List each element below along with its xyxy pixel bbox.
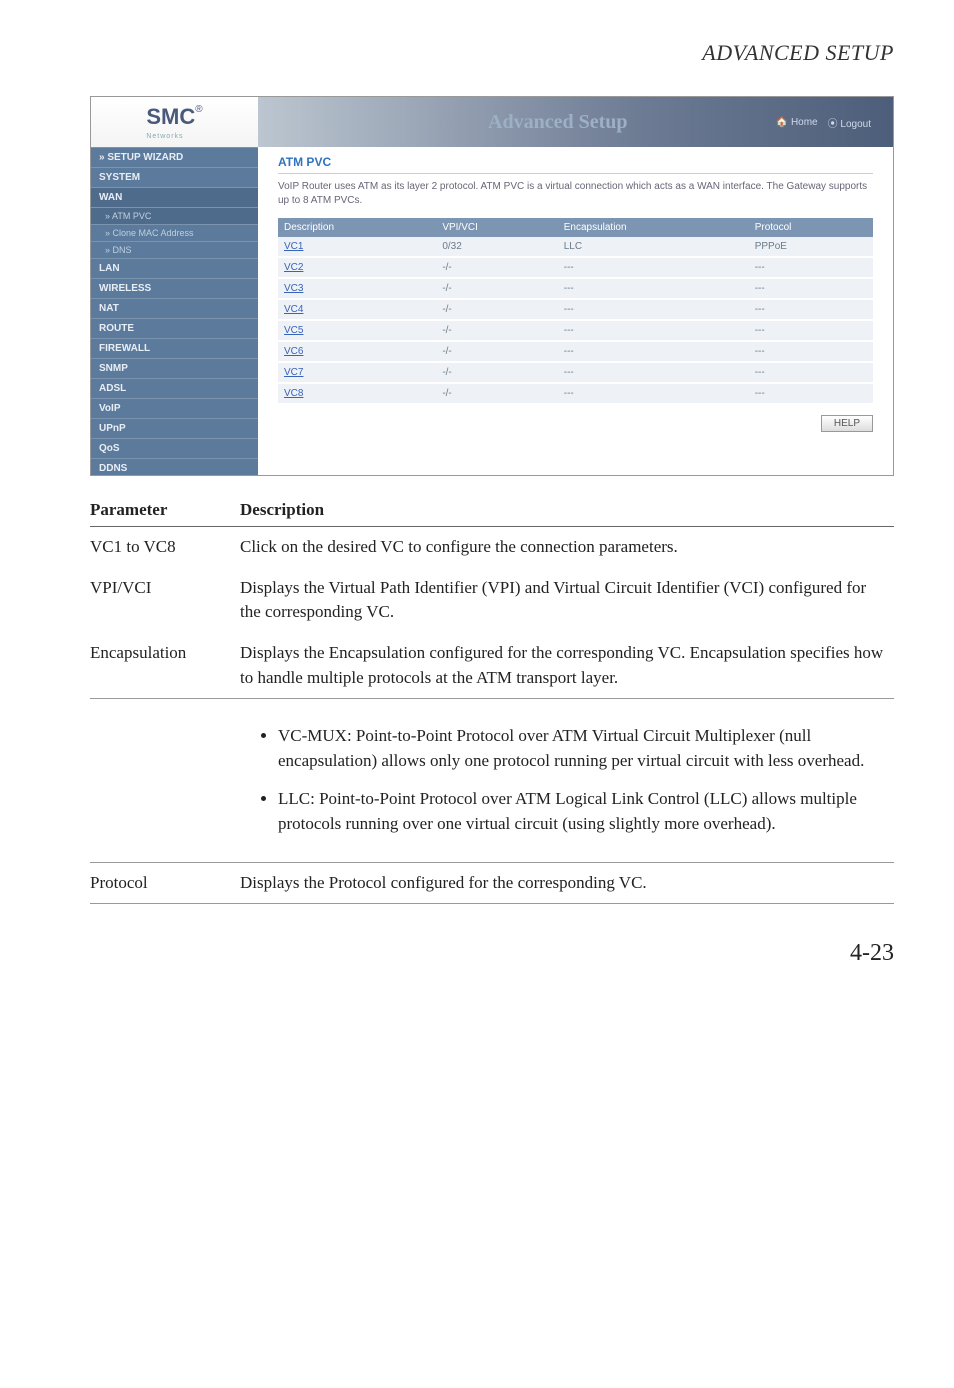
param-header: Parameter xyxy=(90,494,240,527)
vpivci-cell: -/- xyxy=(436,299,557,320)
sidebar-item-qos[interactable]: QoS xyxy=(91,438,258,458)
vpivci-cell: -/- xyxy=(436,362,557,383)
sidebar-item-ddns[interactable]: DDNS xyxy=(91,458,258,475)
table-header: Encapsulation xyxy=(558,218,749,237)
parameter-table: Parameter Description VC1 to VC8 Click o… xyxy=(90,494,894,904)
proto-cell: --- xyxy=(749,383,873,404)
pvc-table: DescriptionVPI/VCIEncapsulationProtocol … xyxy=(278,218,873,405)
proto-cell: PPPoE xyxy=(749,237,873,257)
sidebar-item-upnp[interactable]: UPnP xyxy=(91,418,258,438)
sidebar-item-system[interactable]: SYSTEM xyxy=(91,167,258,187)
logo-text: SMC xyxy=(146,104,195,129)
proto-cell: --- xyxy=(749,257,873,278)
vpivci-cell: -/- xyxy=(436,278,557,299)
table-row: VC2-/------- xyxy=(278,257,873,278)
param-cell: Protocol xyxy=(90,862,240,904)
proto-cell: --- xyxy=(749,299,873,320)
sidebar-item--clone-mac-address[interactable]: » Clone MAC Address xyxy=(91,224,258,241)
encap-cell: --- xyxy=(558,299,749,320)
help-button[interactable]: HELP xyxy=(821,415,873,432)
sidebar-item-nat[interactable]: NAT xyxy=(91,298,258,318)
sidebar-item-snmp[interactable]: SNMP xyxy=(91,358,258,378)
section-desc: VoIP Router uses ATM as its layer 2 prot… xyxy=(278,180,873,208)
desc-cell: Displays the Virtual Path Identifier (VP… xyxy=(240,568,894,633)
page-header: ADVANCED SETUP xyxy=(90,40,894,66)
sidebar-item--atm-pvc[interactable]: » ATM PVC xyxy=(91,207,258,224)
vc-link[interactable]: VC7 xyxy=(284,367,303,378)
vpivci-cell: -/- xyxy=(436,257,557,278)
sidebar-item-adsl[interactable]: ADSL xyxy=(91,378,258,398)
vc-link[interactable]: VC6 xyxy=(284,346,303,357)
sidebar-item-wireless[interactable]: WIRELESS xyxy=(91,278,258,298)
proto-cell: --- xyxy=(749,341,873,362)
proto-cell: --- xyxy=(749,320,873,341)
table-row: VC7-/------- xyxy=(278,362,873,383)
desc-cell: VC-MUX: Point-to-Point Protocol over ATM… xyxy=(240,699,894,863)
table-row: VC1 0/32LLCPPPoE xyxy=(278,237,873,257)
banner: Advanced Setup 🏠 Home ⦿ Logout xyxy=(258,97,893,147)
table-row: VC6-/------- xyxy=(278,341,873,362)
param-cell: VC1 to VC8 xyxy=(90,527,240,568)
encap-cell: LLC xyxy=(558,237,749,257)
desc-cell: Displays the Encapsulation configured fo… xyxy=(240,633,894,699)
router-screenshot: SMC® Networks Advanced Setup 🏠 Home ⦿ Lo… xyxy=(90,96,894,476)
encap-cell: --- xyxy=(558,362,749,383)
sidebar-item-lan[interactable]: LAN xyxy=(91,258,258,278)
encap-cell: --- xyxy=(558,257,749,278)
table-row: VC3-/------- xyxy=(278,278,873,299)
desc-cell: Displays the Protocol configured for the… xyxy=(240,862,894,904)
vpivci-cell: -/- xyxy=(436,383,557,404)
banner-title: Advanced Setup xyxy=(488,111,627,134)
table-header: Protocol xyxy=(749,218,873,237)
logo-subtext: Networks xyxy=(146,133,183,140)
sidebar-item-firewall[interactable]: FIREWALL xyxy=(91,338,258,358)
vc-link[interactable]: VC8 xyxy=(284,388,303,399)
vpivci-cell: -/- xyxy=(436,320,557,341)
vc-link[interactable]: VC5 xyxy=(284,325,303,336)
registered-mark: ® xyxy=(195,104,202,115)
logout-link[interactable]: ⦿ Logout xyxy=(828,115,871,130)
proto-cell: --- xyxy=(749,278,873,299)
sidebar-item--setup-wizard[interactable]: » SETUP WIZARD xyxy=(91,147,258,167)
titlebar: SMC® Networks Advanced Setup 🏠 Home ⦿ Lo… xyxy=(91,97,893,147)
section-title: ATM PVC xyxy=(278,155,873,174)
vc-link[interactable]: VC1 xyxy=(284,241,303,252)
page-number: 4-23 xyxy=(90,940,894,967)
page-title: ADVANCED SETUP xyxy=(702,40,894,65)
vpivci-cell: 0/32 xyxy=(436,237,557,257)
content-panel: ATM PVC VoIP Router uses ATM as its laye… xyxy=(258,147,893,475)
table-row: VC5-/------- xyxy=(278,320,873,341)
param-cell: VPI/VCI xyxy=(90,568,240,633)
logo-area: SMC® Networks xyxy=(91,97,258,148)
param-cell: Encapsulation xyxy=(90,633,240,699)
sidebar-item--dns[interactable]: » DNS xyxy=(91,241,258,258)
encap-cell: --- xyxy=(558,320,749,341)
home-link[interactable]: 🏠 Home xyxy=(776,117,818,128)
desc-header: Description xyxy=(240,494,894,527)
bullet-item: VC-MUX: Point-to-Point Protocol over ATM… xyxy=(278,724,884,773)
sidebar-item-wan[interactable]: WAN xyxy=(91,187,258,207)
table-row: VC8-/------- xyxy=(278,383,873,404)
bullet-item: LLC: Point-to-Point Protocol over ATM Lo… xyxy=(278,787,884,836)
sidebar-item-voip[interactable]: VoIP xyxy=(91,398,258,418)
vc-link[interactable]: VC2 xyxy=(284,262,303,273)
vc-link[interactable]: VC3 xyxy=(284,283,303,294)
encap-cell: --- xyxy=(558,341,749,362)
vc-link[interactable]: VC4 xyxy=(284,304,303,315)
table-header: Description xyxy=(278,218,436,237)
encap-cell: --- xyxy=(558,383,749,404)
vpivci-cell: -/- xyxy=(436,341,557,362)
table-row: VC4-/------- xyxy=(278,299,873,320)
table-header: VPI/VCI xyxy=(436,218,557,237)
desc-cell: Click on the desired VC to configure the… xyxy=(240,527,894,568)
sidebar-item-route[interactable]: ROUTE xyxy=(91,318,258,338)
proto-cell: --- xyxy=(749,362,873,383)
encap-cell: --- xyxy=(558,278,749,299)
sidebar: » SETUP WIZARDSYSTEMWAN» ATM PVC» Clone … xyxy=(91,147,258,475)
